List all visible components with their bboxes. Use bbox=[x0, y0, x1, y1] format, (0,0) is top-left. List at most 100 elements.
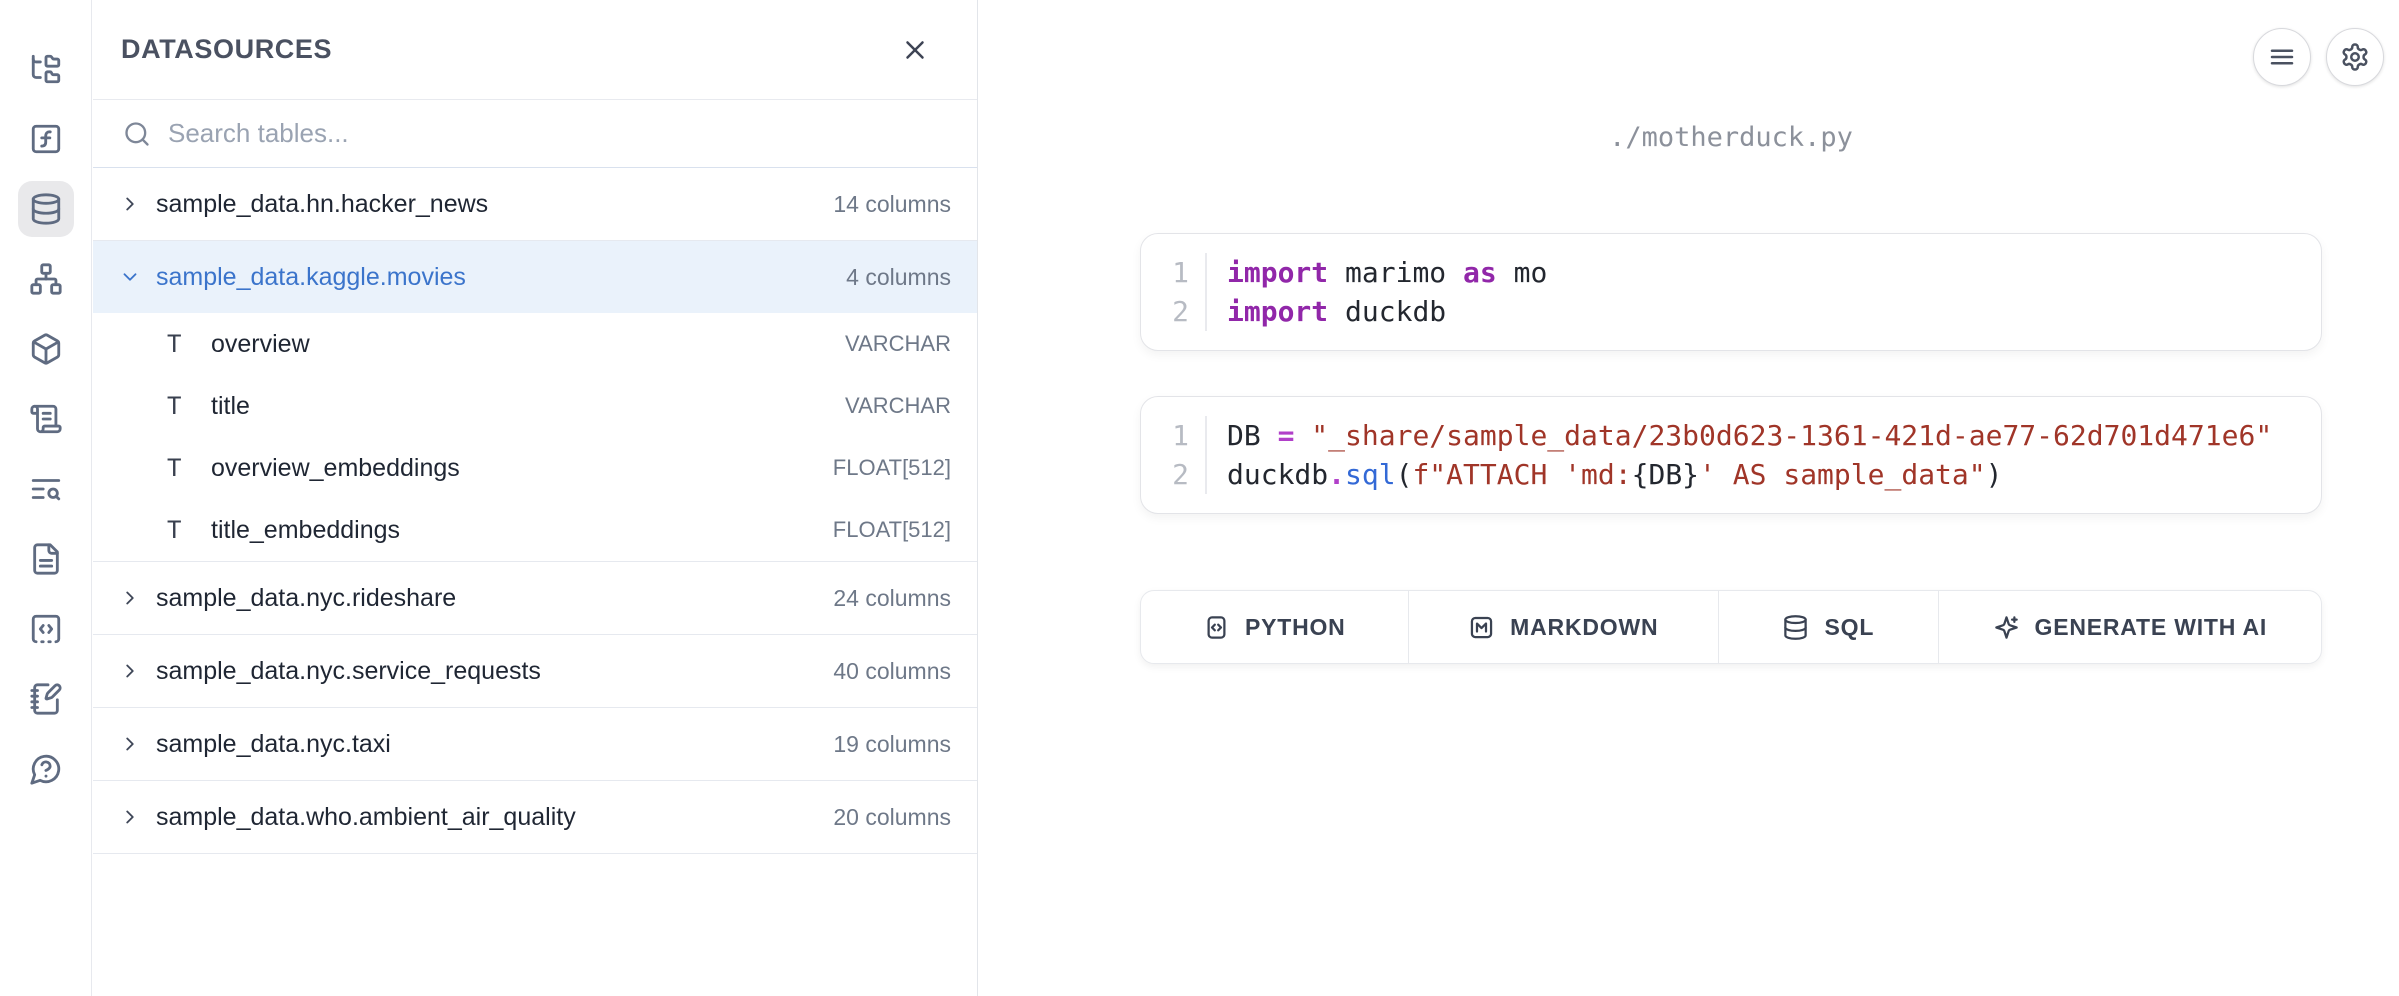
code-line: DB = "_share/sample_data/23b0d623-1361-4… bbox=[1227, 416, 2321, 455]
sidebar-item-help[interactable] bbox=[18, 741, 74, 797]
table-row[interactable]: sample_data.nyc.taxi19 columns bbox=[93, 708, 977, 780]
table-name: sample_data.nyc.rideshare bbox=[156, 584, 833, 613]
table-list: sample_data.hn.hacker_news14 columnssamp… bbox=[93, 168, 977, 854]
close-panel-button[interactable] bbox=[895, 30, 935, 70]
code-token bbox=[1294, 419, 1311, 452]
code-line: import duckdb bbox=[1227, 292, 2321, 331]
datasources-panel: DATASOURCES sample_data.hn.hacker_news14… bbox=[93, 0, 978, 996]
code-square-dashed-icon bbox=[29, 612, 63, 646]
sidebar-item-variables[interactable] bbox=[18, 111, 74, 167]
notebook-pen-icon bbox=[29, 682, 63, 716]
table-search-row bbox=[93, 100, 977, 168]
sidebar-item-datasources[interactable] bbox=[18, 181, 74, 237]
line-number: 1 bbox=[1141, 416, 1189, 455]
column-type: VARCHAR bbox=[845, 393, 951, 419]
column-type: FLOAT[512] bbox=[833, 455, 951, 481]
code-token: {DB} bbox=[1632, 458, 1699, 491]
sidebar-item-scratchpad[interactable] bbox=[18, 671, 74, 727]
code-editor-content[interactable]: import marimo as moimport duckdb bbox=[1207, 253, 2321, 331]
text-type-icon: T bbox=[167, 454, 193, 482]
network-icon bbox=[29, 262, 63, 296]
table-name: sample_data.hn.hacker_news bbox=[156, 190, 833, 219]
sidebar-item-snippets[interactable] bbox=[18, 601, 74, 657]
box-icon bbox=[29, 332, 63, 366]
settings-button[interactable] bbox=[2326, 28, 2384, 86]
add-cell-python-button[interactable]: PYTHON bbox=[1141, 591, 1408, 663]
chevron-right-icon bbox=[119, 587, 141, 609]
line-number-gutter: 12 bbox=[1141, 253, 1207, 331]
table-columns-count: 4 columns bbox=[846, 264, 951, 291]
add-cell-button-label: MARKDOWN bbox=[1510, 614, 1658, 641]
line-number: 2 bbox=[1141, 292, 1189, 331]
code-token: duckdb bbox=[1227, 458, 1328, 491]
column-row[interactable]: TtitleVARCHAR bbox=[93, 375, 977, 437]
column-name: title_embeddings bbox=[211, 516, 833, 545]
code-token: sql bbox=[1345, 458, 1396, 491]
code-cell[interactable]: 12 DB = "_share/sample_data/23b0d623-1361… bbox=[1140, 396, 2322, 514]
table-group: sample_data.nyc.taxi19 columns bbox=[93, 708, 977, 781]
code-square-icon bbox=[1203, 614, 1230, 641]
sidebar-item-explorer[interactable] bbox=[18, 41, 74, 97]
text-type-icon: T bbox=[167, 516, 193, 544]
table-group: sample_data.kaggle.movies4 columnsToverv… bbox=[93, 241, 977, 562]
menu-icon bbox=[2267, 42, 2297, 72]
chevron-right-icon bbox=[119, 193, 141, 215]
table-row[interactable]: sample_data.nyc.rideshare24 columns bbox=[93, 562, 977, 634]
add-cell-generate-with-ai-button[interactable]: GENERATE WITH AI bbox=[1938, 591, 2321, 663]
code-editor-content[interactable]: DB = "_share/sample_data/23b0d623-1361-4… bbox=[1207, 416, 2321, 494]
sparkles-icon bbox=[1993, 614, 2020, 641]
table-columns-count: 24 columns bbox=[833, 585, 951, 612]
menu-button[interactable] bbox=[2253, 28, 2311, 86]
function-square-icon bbox=[29, 122, 63, 156]
add-cell-sql-button[interactable]: SQL bbox=[1718, 591, 1938, 663]
add-cell-button-label: GENERATE WITH AI bbox=[2035, 614, 2268, 641]
code-token: DB bbox=[1227, 419, 1278, 452]
chat-question-icon bbox=[29, 752, 63, 786]
sidebar-item-dependencies[interactable] bbox=[18, 251, 74, 307]
text-type-icon: T bbox=[167, 330, 193, 358]
markdown-icon bbox=[1468, 614, 1495, 641]
column-type: FLOAT[512] bbox=[833, 517, 951, 543]
table-row[interactable]: sample_data.hn.hacker_news14 columns bbox=[93, 168, 977, 240]
sidebar-item-packages[interactable] bbox=[18, 321, 74, 377]
add-cell-button-label: PYTHON bbox=[1245, 614, 1346, 641]
table-group: sample_data.hn.hacker_news14 columns bbox=[93, 168, 977, 241]
code-token: f"ATTACH 'md: bbox=[1412, 458, 1631, 491]
file-text-icon bbox=[29, 542, 63, 576]
chevron-right-icon bbox=[119, 660, 141, 682]
settings-icon bbox=[2340, 42, 2370, 72]
code-token: duckdb bbox=[1328, 295, 1446, 328]
line-number: 2 bbox=[1141, 455, 1189, 494]
code-cell[interactable]: 12import marimo as moimport duckdb bbox=[1140, 233, 2322, 351]
table-row[interactable]: sample_data.nyc.service_requests40 colum… bbox=[93, 635, 977, 707]
table-group: sample_data.nyc.rideshare24 columns bbox=[93, 562, 977, 635]
marimo-app: { "sidebar_rail": { "items": [ { "name":… bbox=[0, 0, 2399, 996]
code-token: marimo bbox=[1328, 256, 1463, 289]
table-row[interactable]: sample_data.kaggle.movies4 columns bbox=[93, 241, 977, 313]
sidebar-item-documentation[interactable] bbox=[18, 531, 74, 587]
search-tables-input[interactable] bbox=[168, 100, 977, 167]
sidebar-item-tracing[interactable] bbox=[18, 461, 74, 517]
table-name: sample_data.nyc.taxi bbox=[156, 730, 833, 759]
table-group: sample_data.nyc.service_requests40 colum… bbox=[93, 635, 977, 708]
table-columns-count: 14 columns bbox=[833, 191, 951, 218]
code-token: import bbox=[1227, 295, 1328, 328]
code-line: import marimo as mo bbox=[1227, 253, 2321, 292]
column-row[interactable]: Ttitle_embeddingsFLOAT[512] bbox=[93, 499, 977, 561]
code-token: "_share/sample_data/23b0d623-1361-421d-a… bbox=[1311, 419, 2272, 452]
folder-tree-icon bbox=[29, 52, 63, 86]
panel-title: DATASOURCES bbox=[121, 34, 332, 65]
database-icon bbox=[29, 192, 63, 226]
add-cell-markdown-button[interactable]: MARKDOWN bbox=[1408, 591, 1718, 663]
search-icon bbox=[123, 120, 151, 148]
table-row[interactable]: sample_data.who.ambient_air_quality20 co… bbox=[93, 781, 977, 853]
column-name: overview_embeddings bbox=[211, 454, 833, 483]
sidebar-item-logs[interactable] bbox=[18, 391, 74, 447]
code-line: duckdb.sql(f"ATTACH 'md:{DB}' AS sample_… bbox=[1227, 455, 2321, 494]
column-row[interactable]: Toverview_embeddingsFLOAT[512] bbox=[93, 437, 977, 499]
code-token: . bbox=[1328, 458, 1345, 491]
close-icon bbox=[900, 35, 930, 65]
code-token: mo bbox=[1497, 256, 1548, 289]
search-icon bbox=[123, 120, 151, 148]
column-row[interactable]: ToverviewVARCHAR bbox=[93, 313, 977, 375]
